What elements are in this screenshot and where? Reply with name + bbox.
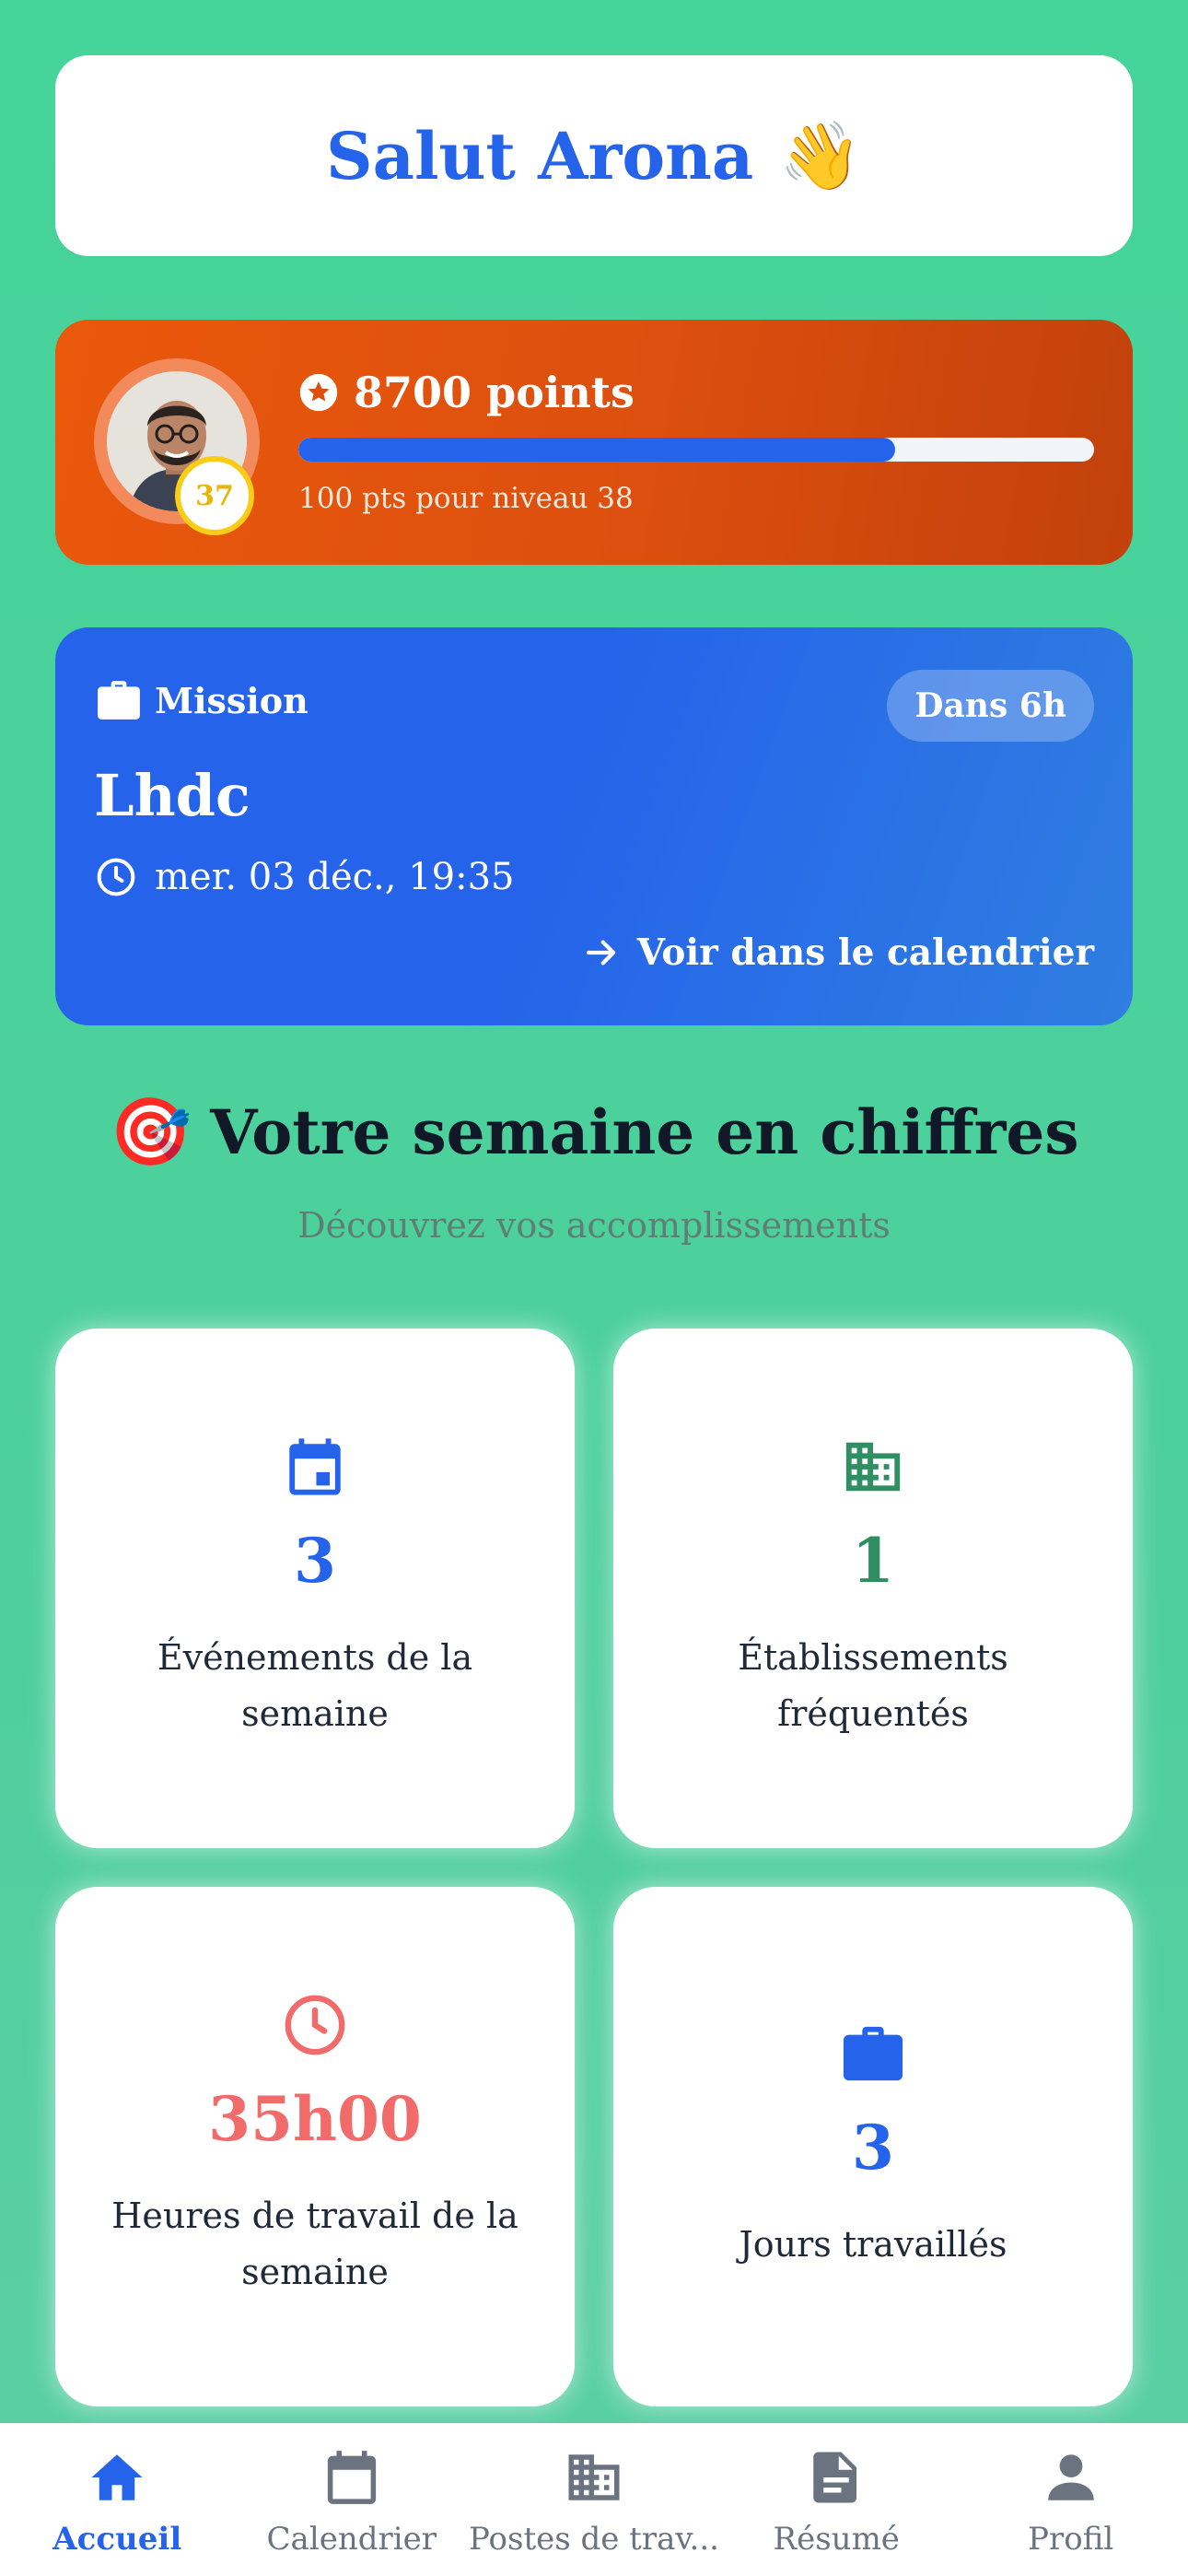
view-in-calendar-label: Voir dans le calendrier bbox=[636, 931, 1094, 974]
nav-item-postes[interactable]: Postes de trav... bbox=[469, 2423, 719, 2576]
week-subtitle: Découvrez vos accomplissements bbox=[297, 1205, 891, 1246]
week-heading: 🎯 Votre semaine en chiffres bbox=[0, 1093, 1188, 1171]
nav-label: Accueil bbox=[52, 2521, 182, 2558]
nav-item-calendrier[interactable]: Calendrier bbox=[235, 2423, 470, 2576]
stat-label: Événements de la semaine bbox=[157, 1637, 473, 1734]
home-icon bbox=[91, 2454, 143, 2500]
building-icon bbox=[845, 1442, 901, 1492]
stat-label: Établissements fréquentés bbox=[738, 1637, 1008, 1734]
mission-title: Lhdc bbox=[94, 762, 250, 829]
points-value: 8700 points bbox=[354, 368, 635, 417]
week-title: Votre semaine en chiffres bbox=[210, 1095, 1079, 1168]
points-card[interactable]: 37 8700 points 100 pts pour niveau 38 bbox=[55, 320, 1133, 565]
stat-card-work-hours[interactable]: 35h00 Heures de travail de la semaine bbox=[55, 1887, 575, 2406]
stat-card-events[interactable]: 3 Événements de la semaine bbox=[55, 1329, 575, 1848]
briefcase-icon bbox=[98, 681, 140, 720]
time-until-chip: Dans 6h bbox=[887, 670, 1094, 742]
bottom-navigation: Accueil Calendrier Postes de trav... Rés… bbox=[0, 2423, 1188, 2576]
document-icon bbox=[813, 2452, 857, 2503]
wave-emoji: 👋 bbox=[779, 116, 862, 194]
star-icon bbox=[299, 373, 338, 412]
person-icon bbox=[1047, 2454, 1094, 2500]
stat-label: Heures de travail de la semaine bbox=[111, 2195, 518, 2292]
calendar-icon bbox=[289, 1438, 341, 1495]
greeting-text: Salut Arona bbox=[326, 117, 754, 194]
stat-value: 35h00 bbox=[208, 2083, 422, 2156]
nav-item-profil[interactable]: Profil bbox=[953, 2423, 1188, 2576]
nav-label: Résumé bbox=[773, 2521, 900, 2558]
stat-value: 3 bbox=[294, 1525, 336, 1598]
mission-card[interactable]: Mission Dans 6h Lhdc mer. 03 déc., 19:35… bbox=[55, 627, 1133, 1025]
arrow-right-icon bbox=[586, 940, 615, 966]
nav-item-resume[interactable]: Résumé bbox=[719, 2423, 954, 2576]
view-in-calendar-link[interactable]: Voir dans le calendrier bbox=[582, 931, 1094, 974]
mission-datetime: mer. 03 déc., 19:35 bbox=[155, 856, 515, 898]
clock-icon bbox=[285, 1995, 345, 2055]
nav-item-accueil[interactable]: Accueil bbox=[0, 2423, 235, 2576]
stat-value: 3 bbox=[852, 2111, 894, 2184]
nav-label: Postes de trav... bbox=[469, 2521, 719, 2558]
calendar-icon bbox=[327, 2451, 376, 2504]
stat-card-establishments[interactable]: 1 Établissements fréquentés bbox=[613, 1329, 1133, 1848]
level-progress-bar bbox=[298, 438, 1094, 462]
greeting-card: Salut Arona 👋 bbox=[55, 55, 1133, 256]
target-emoji: 🎯 bbox=[109, 1093, 192, 1170]
stat-card-days-worked[interactable]: 3 Jours travaillés bbox=[613, 1887, 1133, 2406]
building-icon bbox=[568, 2454, 620, 2500]
mission-label: Mission bbox=[155, 679, 309, 721]
level-progress-fill bbox=[298, 438, 895, 462]
nav-label: Calendrier bbox=[266, 2521, 437, 2558]
stat-value: 1 bbox=[852, 1525, 894, 1598]
mission-label-row: Mission bbox=[96, 679, 309, 721]
briefcase-icon bbox=[843, 2026, 903, 2080]
points-to-next-level: 100 pts pour niveau 38 bbox=[298, 482, 634, 515]
nav-label: Profil bbox=[1028, 2521, 1114, 2558]
mission-time-row: mer. 03 déc., 19:35 bbox=[96, 856, 514, 898]
level-badge: 37 bbox=[175, 456, 254, 535]
points-row: 8700 points bbox=[298, 368, 635, 417]
stat-label: Jours travaillés bbox=[739, 2223, 1007, 2265]
clock-icon bbox=[97, 858, 135, 896]
